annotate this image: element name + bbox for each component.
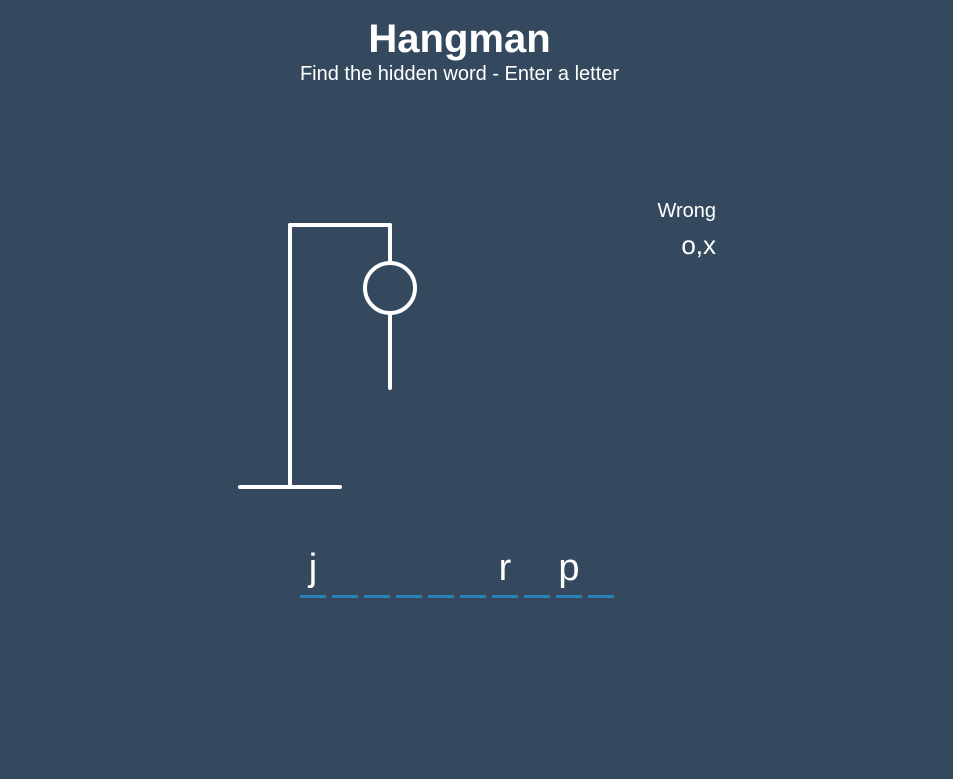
- letter-slot: [524, 546, 550, 598]
- letter-slot: r: [492, 546, 518, 598]
- wrong-letters: o,x: [681, 230, 716, 260]
- letter-slot: [364, 546, 390, 598]
- letter-slot: [332, 546, 358, 598]
- wrong-label: Wrong: [657, 200, 716, 222]
- letter-slot: [428, 546, 454, 598]
- hangman-head: [363, 261, 417, 315]
- letter-slot: j: [300, 546, 326, 598]
- hangman-figure: [238, 223, 417, 489]
- letter-slot: p: [556, 546, 582, 598]
- wrong-letters-panel: Wrong o,x: [657, 199, 716, 260]
- letter-slot: [588, 546, 614, 598]
- hidden-word: j r p: [300, 546, 614, 598]
- letter-slot: [460, 546, 486, 598]
- letter-slot: [396, 546, 422, 598]
